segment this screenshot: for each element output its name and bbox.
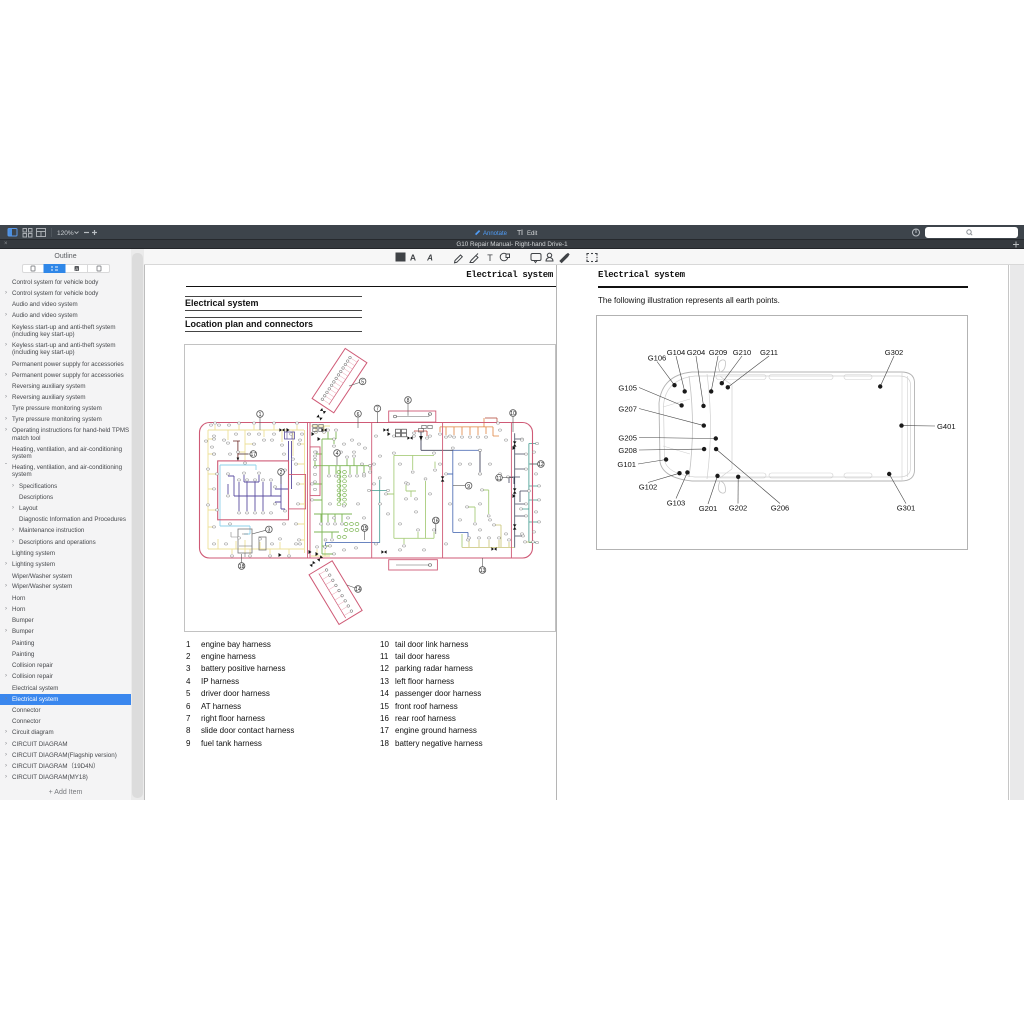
- svg-text:7: 7: [376, 407, 379, 413]
- svg-text:G205: G205: [618, 434, 637, 443]
- svg-text:10: 10: [510, 411, 516, 417]
- svg-text:G102: G102: [639, 483, 658, 492]
- svg-text:G202: G202: [729, 504, 748, 513]
- svg-text:2: 2: [280, 470, 283, 476]
- svg-text:G103: G103: [667, 499, 686, 508]
- svg-text:120%: 120%: [57, 230, 74, 237]
- svg-text:G201: G201: [699, 504, 718, 513]
- svg-text:13: 13: [480, 568, 486, 574]
- svg-text:T: T: [517, 230, 522, 237]
- svg-text:T: T: [487, 253, 493, 263]
- svg-text:18: 18: [239, 564, 245, 570]
- svg-text:15: 15: [362, 526, 368, 532]
- svg-text:Annotate: Annotate: [483, 231, 508, 237]
- svg-text:5: 5: [361, 380, 364, 386]
- svg-text:17: 17: [251, 452, 257, 458]
- svg-text:8: 8: [407, 398, 410, 404]
- svg-text:G208: G208: [618, 446, 637, 455]
- svg-text:11: 11: [496, 476, 501, 482]
- svg-text:12: 12: [538, 462, 544, 468]
- svg-text:A: A: [75, 266, 78, 271]
- svg-text:3: 3: [268, 528, 271, 534]
- svg-text:16: 16: [433, 519, 439, 525]
- svg-text:G101: G101: [617, 460, 636, 469]
- svg-text:G210: G210: [733, 348, 752, 357]
- svg-text:9: 9: [467, 484, 470, 490]
- svg-text:G105: G105: [618, 384, 637, 393]
- svg-text:A: A: [426, 254, 433, 263]
- svg-text:G106: G106: [648, 354, 667, 363]
- svg-text:14: 14: [355, 587, 361, 593]
- svg-text:G401: G401: [937, 422, 956, 431]
- svg-text:1: 1: [259, 412, 262, 418]
- svg-text:G204: G204: [687, 348, 706, 357]
- svg-text:A: A: [410, 253, 416, 263]
- svg-text:G209: G209: [709, 348, 728, 357]
- svg-text:Edit: Edit: [527, 231, 538, 237]
- svg-text:G207: G207: [618, 405, 637, 414]
- svg-text:G104: G104: [667, 348, 686, 357]
- svg-text:G302: G302: [885, 348, 904, 357]
- svg-text:G301: G301: [897, 504, 916, 513]
- svg-text:6: 6: [357, 412, 360, 418]
- svg-text:G211: G211: [760, 348, 778, 357]
- svg-text:G206: G206: [771, 504, 790, 513]
- svg-text:4: 4: [336, 451, 339, 457]
